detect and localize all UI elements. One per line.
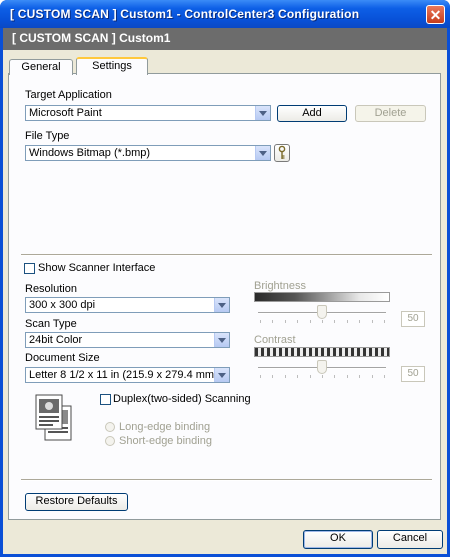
- slider-tick: [359, 375, 361, 378]
- slider-tick: [371, 320, 373, 323]
- delete-button[interactable]: Delete: [355, 105, 426, 122]
- resolution-value: 300 x 300 dpi: [29, 299, 96, 311]
- slider-tick: [346, 320, 348, 323]
- slider-tick: [384, 320, 385, 323]
- slider-tick: [371, 375, 373, 378]
- slider-tick: [322, 375, 323, 378]
- ok-button[interactable]: OK: [303, 530, 373, 549]
- brightness-value[interactable]: 50: [401, 311, 425, 327]
- slider-tick: [284, 375, 286, 378]
- contrast-slider-thumb[interactable]: [317, 360, 327, 374]
- slider-tick: [334, 320, 336, 323]
- slider-tick: [322, 320, 323, 323]
- document-size-label: Document Size: [25, 352, 100, 364]
- chevron-down-icon[interactable]: [255, 106, 270, 120]
- duplex-checkbox[interactable]: [100, 394, 111, 405]
- key-icon: [278, 145, 286, 159]
- target-application-label: Target Application: [25, 89, 112, 101]
- document-size-select[interactable]: Letter 8 1/2 x 11 in (215.9 x 279.4 mm): [25, 367, 230, 383]
- long-edge-label: Long-edge binding: [119, 421, 211, 433]
- slider-tick: [272, 375, 274, 378]
- tab-settings[interactable]: Settings: [76, 57, 148, 75]
- slider-tick: [346, 375, 348, 378]
- target-application-select[interactable]: Microsoft Paint: [25, 105, 271, 121]
- brightness-slider-thumb[interactable]: [317, 305, 327, 319]
- slider-tick: [359, 320, 361, 323]
- chevron-down-icon[interactable]: [214, 298, 229, 312]
- short-edge-radio[interactable]: [105, 436, 115, 446]
- separator: [21, 254, 432, 256]
- slider-tick: [272, 320, 274, 323]
- slider-tick: [260, 320, 261, 323]
- brightness-gradient-bar: [254, 292, 390, 302]
- separator: [21, 479, 432, 481]
- slider-tick: [297, 320, 299, 323]
- slider-tick: [384, 375, 385, 378]
- slider-tick: [309, 320, 311, 323]
- close-icon: ✕: [429, 6, 442, 23]
- chevron-down-icon[interactable]: [214, 333, 229, 347]
- chevron-down-icon[interactable]: [255, 146, 270, 160]
- short-edge-label: Short-edge binding: [119, 435, 212, 447]
- contrast-value[interactable]: 50: [401, 366, 425, 382]
- long-edge-radio[interactable]: [105, 422, 115, 432]
- target-application-value: Microsoft Paint: [29, 107, 102, 119]
- close-button[interactable]: ✕: [426, 5, 445, 24]
- scan-type-label: Scan Type: [25, 318, 77, 330]
- contrast-pattern-bar: [254, 347, 390, 357]
- brightness-label: Brightness: [254, 280, 306, 292]
- window-title: [ CUSTOM SCAN ] Custom1 - ControlCenter3…: [10, 7, 360, 21]
- slider-tick: [309, 375, 311, 378]
- chevron-down-icon[interactable]: [214, 368, 229, 382]
- settings-panel: Target Application Microsoft Paint Add D…: [8, 73, 441, 520]
- scan-type-value: 24bit Color: [29, 334, 83, 346]
- file-type-value: Windows Bitmap (*.bmp): [29, 147, 151, 159]
- resolution-label: Resolution: [25, 283, 77, 295]
- file-size-button[interactable]: [274, 144, 290, 162]
- dialog-window: [ CUSTOM SCAN ] Custom1 - ControlCenter3…: [0, 0, 450, 557]
- show-scanner-interface-label: Show Scanner Interface: [38, 262, 156, 274]
- duplex-pages-icon: [33, 392, 77, 446]
- show-scanner-interface-checkbox[interactable]: [24, 263, 35, 274]
- document-size-value: Letter 8 1/2 x 11 in (215.9 x 279.4 mm): [29, 369, 218, 381]
- slider-tick: [297, 375, 299, 378]
- file-type-label: File Type: [25, 130, 70, 142]
- title-bar[interactable]: [ CUSTOM SCAN ] Custom1 - ControlCenter3…: [0, 0, 450, 28]
- duplex-label: Duplex(two-sided) Scanning: [113, 393, 251, 405]
- tab-general[interactable]: General: [9, 59, 73, 75]
- dialog-header: [ CUSTOM SCAN ] Custom1: [3, 28, 447, 50]
- add-button[interactable]: Add: [277, 105, 347, 122]
- scan-type-select[interactable]: 24bit Color: [25, 332, 230, 348]
- slider-tick: [284, 320, 286, 323]
- slider-tick: [334, 375, 336, 378]
- contrast-label: Contrast: [254, 334, 296, 346]
- slider-tick: [260, 375, 261, 378]
- resolution-select[interactable]: 300 x 300 dpi: [25, 297, 230, 313]
- file-type-select[interactable]: Windows Bitmap (*.bmp): [25, 145, 271, 161]
- cancel-button[interactable]: Cancel: [377, 530, 443, 549]
- restore-defaults-button[interactable]: Restore Defaults: [25, 493, 128, 511]
